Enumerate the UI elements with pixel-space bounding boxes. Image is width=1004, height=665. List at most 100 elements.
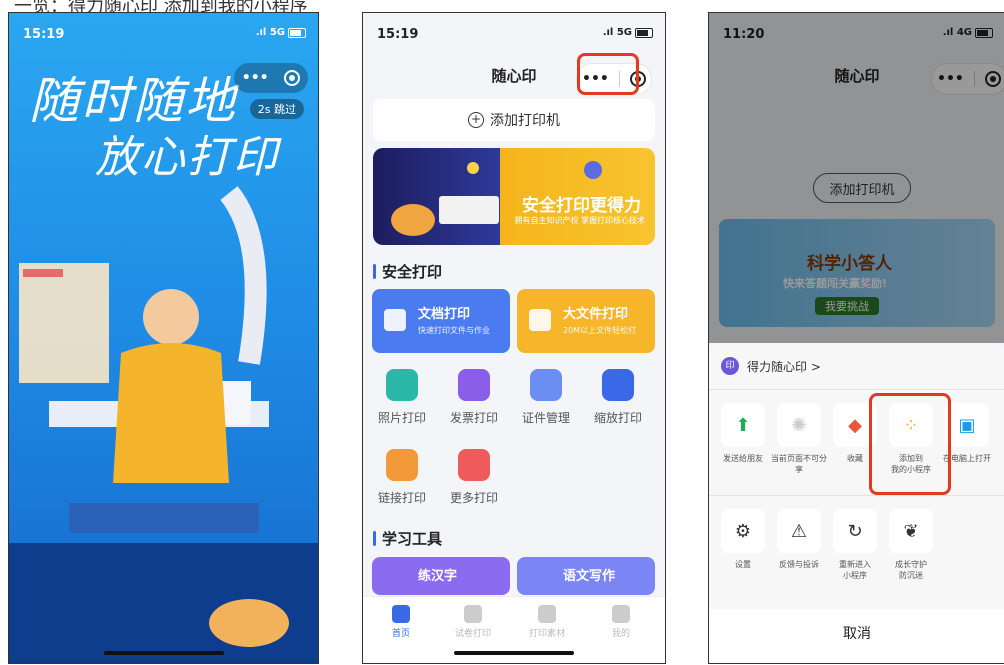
section-title: 学习工具 xyxy=(382,530,443,548)
card-subtitle: 快速打印文件与作业 xyxy=(418,326,490,335)
materials-icon xyxy=(538,605,556,623)
cancel-button[interactable]: 取消 xyxy=(709,609,1004,663)
tab-label: 我的 xyxy=(611,629,630,639)
grid-label: 证件管理 xyxy=(521,411,570,425)
word-doc-icon xyxy=(384,309,406,331)
grid-item-link[interactable]: 链接打印 xyxy=(369,449,435,506)
status-bar: 15:19 .ıl 5G xyxy=(363,13,665,53)
section-title: 安全打印 xyxy=(382,263,443,281)
banner-title: 安全打印更得力 xyxy=(522,196,641,216)
exam-icon xyxy=(464,605,482,623)
highlight-box xyxy=(869,393,951,495)
battery-icon xyxy=(635,27,653,38)
grid-item-zoom[interactable]: 缩放打印 xyxy=(585,369,651,426)
share-sheet-screen: 11:20 .ıl 4G 随心印 ••• 添加打印机 科学小答人 快来答题闯关赢… xyxy=(708,12,1004,664)
status-time: 15:19 xyxy=(23,27,65,42)
card-title: 语文写作 xyxy=(563,569,616,584)
grid-label: 缩放打印 xyxy=(593,411,642,425)
action-share-disabled: ✺ 当前页面不可分享 xyxy=(771,403,827,475)
grid-label: 链接打印 xyxy=(377,491,426,505)
grid-item-id[interactable]: 证件管理 xyxy=(513,369,579,426)
skip-button[interactable]: 2s 跳过 xyxy=(249,99,304,119)
tab-label: 打印素材 xyxy=(528,629,565,639)
home-indicator xyxy=(454,651,574,655)
tab-exam[interactable]: 试卷打印 xyxy=(443,605,503,639)
bigfile-print-card[interactable]: 大文件打印 20M以上文件轻松打 xyxy=(517,289,655,353)
action-label: 当前页面不可分享 xyxy=(771,454,827,474)
highlight-box xyxy=(577,53,639,95)
add-printer-label: 添加打印机 xyxy=(490,113,560,129)
action-label: 收藏 xyxy=(847,454,863,463)
section-bar xyxy=(373,531,376,546)
doc-print-card[interactable]: 文档打印 快速打印文件与作业 xyxy=(372,289,510,353)
refresh-icon: ↻ xyxy=(833,509,877,553)
moments-icon: ✺ xyxy=(777,403,821,447)
action-send-friend[interactable]: ⬆ 发送给朋友 xyxy=(715,403,771,464)
tab-label: 首页 xyxy=(391,629,410,639)
id-card-icon xyxy=(530,369,562,401)
photo-icon xyxy=(386,369,418,401)
warning-icon: ⚠ xyxy=(777,509,821,553)
user-icon xyxy=(612,605,630,623)
action-label: 发送给朋友 xyxy=(723,454,763,463)
action-label: 成长守护 防沉迷 xyxy=(895,560,927,580)
link-icon xyxy=(386,449,418,481)
more-icon[interactable]: ••• xyxy=(242,70,269,86)
sprout-icon: ❦ xyxy=(889,509,933,553)
miniprogram-capsule[interactable]: ••• xyxy=(234,63,308,93)
divider xyxy=(709,495,1004,496)
card-title: 练汉字 xyxy=(418,569,458,584)
promo-banner[interactable]: 安全打印更得力 拥有自主知识产权 掌握打印核心技术 xyxy=(373,148,655,245)
home-indicator xyxy=(103,651,224,655)
status-signal: .ıl 5G xyxy=(256,27,306,38)
action-sheet: 印 得力随心印 > ⬆ 发送给朋友 ✺ 当前页面不可分享 ◆ 收藏 ⁘ 添加到 我的小程… xyxy=(709,343,1004,663)
zoom-icon xyxy=(602,369,634,401)
gear-icon: ⚙ xyxy=(721,509,765,553)
status-signal: .ıl 5G xyxy=(603,27,653,38)
study-card-writing[interactable]: 语文写作 xyxy=(517,557,655,595)
section-bar xyxy=(373,264,376,279)
action-growth-guard[interactable]: ❦ 成长守护 防沉迷 xyxy=(883,509,939,581)
action-reenter[interactable]: ↻ 重新进入 小程序 xyxy=(827,509,883,581)
add-printer-button[interactable]: + 添加打印机 xyxy=(373,99,655,141)
share-icon: ⬆ xyxy=(721,403,765,447)
grid-label: 发票打印 xyxy=(449,411,498,425)
signal-label: .ıl 5G xyxy=(602,27,632,38)
action-label: 设置 xyxy=(735,560,751,569)
home-screen: 15:19 .ıl 5G 随心印 ••• + 添加打印机 安全打印更得力 拥有自… xyxy=(362,12,666,664)
study-card-hanzi[interactable]: 练汉字 xyxy=(372,557,510,595)
invoice-icon xyxy=(458,369,490,401)
app-header[interactable]: 印 得力随心印 > xyxy=(721,357,821,375)
dim-overlay[interactable] xyxy=(709,13,1004,343)
splash-illustration xyxy=(9,186,318,663)
tab-mine[interactable]: 我的 xyxy=(591,605,651,639)
section-secure-print: 安全打印 xyxy=(373,261,442,282)
banner-subtitle: 拥有自主知识产权 掌握打印核心技术 xyxy=(514,216,645,225)
tab-label: 试卷打印 xyxy=(454,629,491,639)
status-time: 15:19 xyxy=(377,27,419,42)
action-label: 重新进入 小程序 xyxy=(839,560,871,580)
close-target-icon[interactable] xyxy=(284,70,301,86)
grid-item-more[interactable]: 更多打印 xyxy=(441,449,507,506)
card-title: 大文件打印 xyxy=(563,307,629,322)
tab-home[interactable]: 首页 xyxy=(371,605,431,639)
action-label: 反馈与投诉 xyxy=(779,560,819,569)
grid-item-invoice[interactable]: 发票打印 xyxy=(441,369,507,426)
divider xyxy=(709,389,1004,390)
grid-label: 照片打印 xyxy=(377,411,426,425)
tab-materials[interactable]: 打印素材 xyxy=(517,605,577,639)
grid-item-photo[interactable]: 照片打印 xyxy=(369,369,435,426)
more-grid-icon xyxy=(458,449,490,481)
battery-icon xyxy=(288,27,306,38)
card-subtitle: 20M以上文件轻松打 xyxy=(563,326,637,335)
app-logo: 印 xyxy=(721,357,739,375)
monitor-icon: ▣ xyxy=(945,403,989,447)
grid-label: 更多打印 xyxy=(449,491,498,505)
action-settings[interactable]: ⚙ 设置 xyxy=(715,509,771,570)
card-title: 文档打印 xyxy=(418,307,471,322)
app-name: 得力随心印 > xyxy=(747,359,821,374)
status-bar: 15:19 .ıl 5G xyxy=(9,13,318,53)
action-feedback[interactable]: ⚠ 反馈与投诉 xyxy=(771,509,827,570)
file-icon xyxy=(529,309,551,331)
tab-bar: 首页 试卷打印 打印素材 我的 xyxy=(363,596,665,663)
